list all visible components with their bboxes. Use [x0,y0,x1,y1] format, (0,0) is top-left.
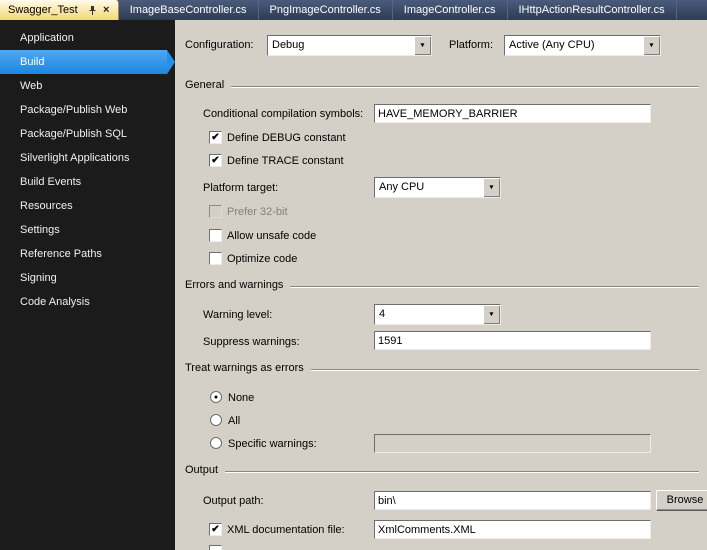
platform-dropdown-button[interactable]: ▼ [643,36,660,55]
warning-level-label: Warning level: [203,309,273,321]
chevron-down-icon: ▼ [419,42,426,49]
prefer-32bit-label: Prefer 32-bit [227,206,288,218]
separator-line [231,85,699,88]
section-errors-warnings-title: Errors and warnings [185,279,284,291]
treat-specific-radio[interactable] [210,437,222,449]
define-debug-label: Define DEBUG constant [227,132,346,144]
tab-label: PngImageController.cs [269,4,381,16]
tab-label: IHttpActionResultController.cs [518,4,665,16]
separator-line [310,368,699,371]
section-general: General [185,79,699,91]
xml-doc-label: XML documentation file: [227,524,345,536]
configuration-dropdown[interactable]: Debug ▼ [267,35,432,56]
chevron-down-icon: ▼ [648,42,655,49]
sidebar-item-reference-paths[interactable]: Reference Paths [0,242,175,266]
active-tab-label: Swagger_Test [8,4,78,16]
sidebar-item-web[interactable]: Web [0,74,175,98]
define-debug-checkbox[interactable]: ✔ [209,131,222,144]
section-output: Output [185,464,699,476]
sidebar-item-package-publish-sql[interactable]: Package/Publish SQL [0,122,175,146]
document-tab-bar: Swagger_Test × ImageBaseController.cs Pn… [0,0,707,20]
close-icon[interactable]: × [100,4,113,17]
sidebar-item-build-events[interactable]: Build Events [0,170,175,194]
output-path-input[interactable] [374,491,651,510]
allow-unsafe-label: Allow unsafe code [227,230,317,242]
separator-line [225,470,699,473]
tab-label: ImageController.cs [403,4,496,16]
tab-swagger-test[interactable]: Swagger_Test × [0,0,119,20]
specific-warnings-input [374,434,651,453]
section-output-title: Output [185,464,219,476]
suppress-warnings-input[interactable] [374,331,651,350]
define-trace-label: Define TRACE constant [227,155,344,167]
define-trace-checkbox[interactable]: ✔ [209,154,222,167]
optimize-code-checkbox[interactable] [209,252,222,265]
platform-target-dropdown-button[interactable]: ▼ [483,178,500,197]
section-general-title: General [185,79,225,91]
xml-doc-input[interactable] [374,520,651,539]
allow-unsafe-checkbox[interactable] [209,229,222,242]
section-treat-warnings-title: Treat warnings as errors [185,362,304,374]
platform-target-label: Platform target: [203,182,279,194]
sidebar-item-code-analysis[interactable]: Code Analysis [0,290,175,314]
conditional-symbols-input[interactable] [374,104,651,123]
browse-button[interactable]: Browse [656,490,707,511]
chevron-down-icon: ▼ [488,311,495,318]
separator-line [290,285,699,288]
treat-none-label: None [228,392,255,404]
optimize-code-label: Optimize code [227,253,298,265]
sidebar-item-settings[interactable]: Settings [0,218,175,242]
warning-level-dropdown[interactable]: 4 ▼ [374,304,501,325]
section-treat-warnings: Treat warnings as errors [185,362,699,374]
platform-target-value: Any CPU [379,181,425,193]
treat-all-radio[interactable] [210,414,222,426]
tab-pngimagecontroller[interactable]: PngImageController.cs [259,0,393,20]
prefer-32bit-checkbox [209,205,222,218]
warning-level-value: 4 [379,308,386,320]
platform-dropdown[interactable]: Active (Any CPU) ▼ [504,35,661,56]
tab-imagebasecontroller[interactable]: ImageBaseController.cs [119,0,259,20]
treat-all-label: All [228,415,241,427]
sidebar-item-signing[interactable]: Signing [0,266,175,290]
sidebar-item-application[interactable]: Application [0,26,175,50]
warning-level-dropdown-button[interactable]: ▼ [483,305,500,324]
chevron-down-icon: ▼ [488,184,495,191]
tab-imagecontroller[interactable]: ImageController.cs [393,0,508,20]
treat-none-radio[interactable]: ● [210,391,222,403]
build-settings-panel: Configuration: Debug ▼ Platform: Active … [175,20,707,550]
platform-target-dropdown[interactable]: Any CPU ▼ [374,177,501,198]
section-errors-warnings: Errors and warnings [185,279,699,291]
configuration-label: Configuration: [185,39,254,51]
platform-value: Active (Any CPU) [509,39,595,51]
suppress-warnings-label: Suppress warnings: [203,336,300,348]
radio-dot-icon: ● [213,393,219,401]
pin-icon[interactable] [86,4,99,17]
check-icon: ✔ [211,131,220,143]
output-path-label: Output path: [203,495,264,507]
xml-doc-checkbox[interactable]: ✔ [209,523,222,536]
tab-label: ImageBaseController.cs [129,4,247,16]
tab-ihttpactionresultcontroller[interactable]: IHttpActionResultController.cs [508,0,677,20]
sidebar-item-package-publish-web[interactable]: Package/Publish Web [0,98,175,122]
platform-label: Platform: [449,39,494,51]
check-icon: ✔ [211,523,220,535]
configuration-value: Debug [272,39,305,51]
treat-specific-label: Specific warnings: [228,438,317,450]
sidebar-item-resources[interactable]: Resources [0,194,175,218]
properties-sidebar: Application Build Web Package/Publish We… [0,20,175,550]
vs-project-properties-window: Swagger_Test × ImageBaseController.cs Pn… [0,0,707,550]
sidebar-item-silverlight-applications[interactable]: Silverlight Applications [0,146,175,170]
partial-bottom-checkbox[interactable] [209,545,222,550]
conditional-symbols-label: Conditional compilation symbols: [203,108,364,120]
sidebar-item-build[interactable]: Build [0,50,175,74]
check-icon: ✔ [211,154,220,166]
configuration-dropdown-button[interactable]: ▼ [414,36,431,55]
